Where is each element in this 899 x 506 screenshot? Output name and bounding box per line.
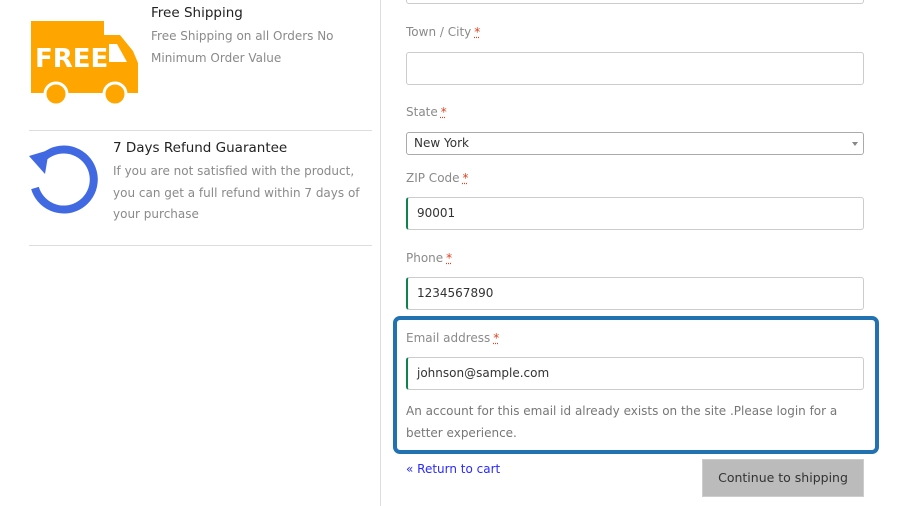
return-to-cart-link[interactable]: « Return to cart [406,462,500,476]
state-select[interactable]: New York [406,132,864,155]
town-label: Town / City * [406,25,481,39]
continue-to-shipping-button[interactable]: Continue to shipping [702,459,864,497]
feature-desc: Free Shipping on all Orders No Minimum O… [151,29,334,65]
column-divider [380,0,381,506]
zip-label: ZIP Code * [406,171,469,185]
email-label: Email address * [406,331,500,345]
feature-title: 7 Days Refund Guarantee [113,140,288,156]
chevron-down-icon [852,142,858,146]
feature-title: Free Shipping [151,5,243,21]
divider [29,130,372,131]
email-input[interactable]: johnson@sample.com [406,357,864,390]
phone-input[interactable]: 1234567890 [406,277,864,310]
email-help-text: An account for this email id already exi… [406,404,838,440]
zip-input[interactable]: 90001 [406,197,864,230]
svg-text:FREE: FREE [35,44,108,74]
address-input[interactable] [406,0,864,4]
town-input[interactable] [406,52,864,85]
state-label: State * [406,105,447,119]
divider [29,245,372,246]
phone-label: Phone * [406,251,453,265]
free-truck-icon: FREE [31,21,138,106]
feature-desc: If you are not satisfied with the produc… [113,164,360,221]
refund-icon [29,145,98,214]
